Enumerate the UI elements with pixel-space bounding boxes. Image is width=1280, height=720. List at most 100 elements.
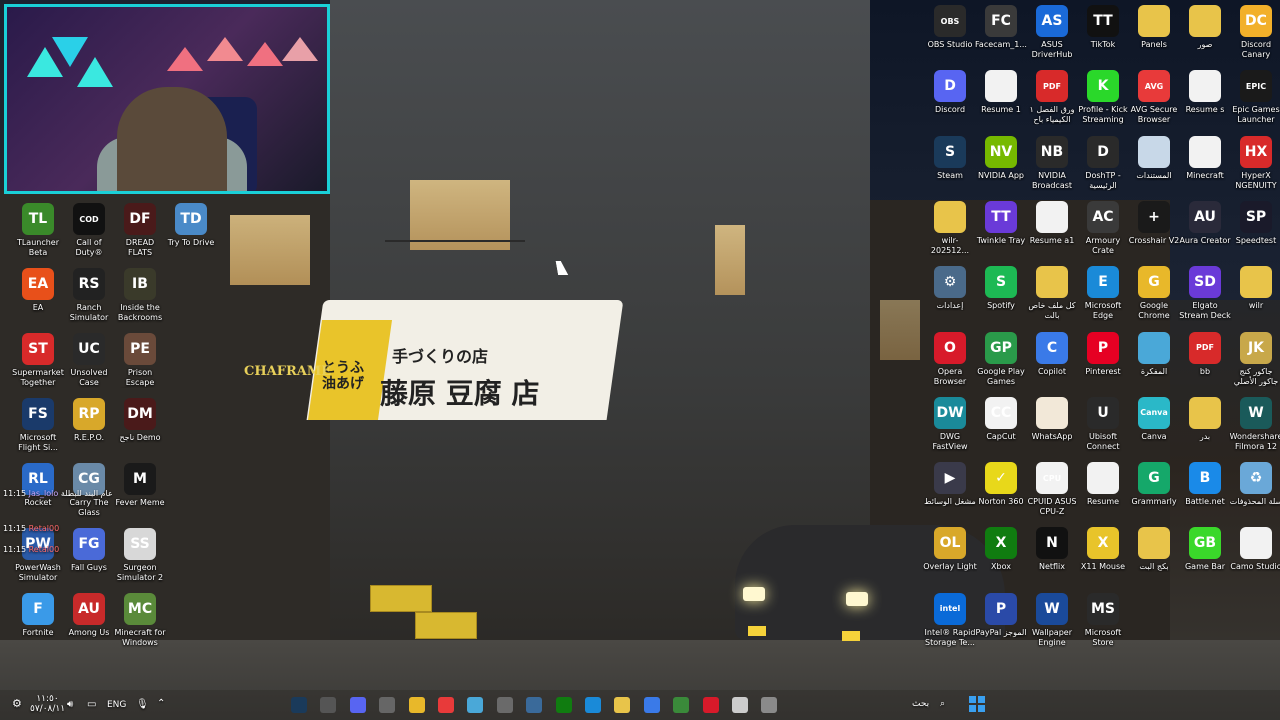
avg-task[interactable] (438, 697, 454, 713)
desktop-shortcut[interactable]: GP Google Play Games (974, 331, 1028, 387)
desktop-shortcut[interactable]: S Steam (923, 135, 977, 181)
desktop-shortcut[interactable]: TD Try To Drive (164, 203, 218, 248)
desktop-shortcut[interactable]: D DoshTP - الرئيسية (1076, 135, 1130, 191)
desktop-shortcut[interactable]: AC Armoury Crate (1076, 200, 1130, 256)
desktop-shortcut[interactable]: W Wondershare Filmora 12 (1229, 396, 1280, 452)
desktop-shortcut[interactable]: M Fever Meme (113, 463, 167, 508)
desktop-shortcut[interactable]: DW DWG FastView (923, 396, 977, 452)
desktop-shortcut[interactable]: X Xbox (974, 527, 1028, 572)
desktop-shortcut[interactable]: NB NVIDIA Broadcast (1025, 135, 1079, 191)
desktop-shortcut[interactable]: AU Among Us (62, 593, 116, 638)
desktop-shortcut[interactable]: P Pinterest (1076, 331, 1130, 377)
file-task[interactable] (732, 697, 748, 713)
desktop-shortcut[interactable]: RS Ranch Simulator (62, 268, 116, 323)
steam-task[interactable] (291, 697, 307, 713)
gear-icon[interactable]: ⚙ (12, 697, 22, 710)
desktop-shortcut[interactable]: GB Game Bar (1178, 527, 1232, 572)
desktop-shortcut[interactable]: PW PowerWash Simulator (11, 528, 65, 583)
pictures-task[interactable] (467, 697, 484, 713)
desktop-shortcut[interactable]: بكج البت (1127, 527, 1181, 572)
network-icon[interactable]: ▭ (87, 699, 96, 710)
opera-task[interactable] (702, 697, 719, 713)
desktop-shortcut[interactable]: G Google Chrome (1127, 266, 1181, 321)
microphone-icon[interactable]: 🎙︎ (136, 699, 149, 710)
desktop-shortcut[interactable]: P PayPal الموجز (974, 592, 1028, 638)
desktop-shortcut[interactable]: TT TikTok (1076, 5, 1130, 50)
desktop-shortcut[interactable]: Resume a1 (1025, 200, 1079, 246)
desktop-shortcut[interactable]: EPIC Epic Games Launcher (1229, 70, 1280, 125)
desktop-shortcut[interactable]: CC CapCut (974, 396, 1028, 442)
volume-icon[interactable]: 🔊︎ (67, 699, 73, 710)
desktop-shortcut[interactable]: S Spotify (974, 266, 1028, 311)
desktop-shortcut[interactable]: ▶ مشغل الوسائط (923, 462, 977, 507)
desktop-shortcut[interactable]: UC Unsolved Case (62, 333, 116, 388)
desktop-shortcut[interactable]: OL Overlay Light (923, 527, 977, 572)
desktop-shortcut[interactable]: E Microsoft Edge (1076, 266, 1130, 321)
explorer-task[interactable] (614, 697, 631, 713)
desktop-shortcut[interactable]: ♻ سلة المحذوفات (1229, 462, 1280, 507)
desktop-shortcut[interactable]: SS Surgeon Simulator 2 (113, 528, 167, 583)
task-view[interactable] (379, 697, 396, 713)
desktop-shortcut[interactable]: ⚙ إعدادات (923, 266, 977, 311)
desktop-shortcut[interactable]: OBS OBS Studio (923, 5, 977, 50)
desktop-shortcut[interactable]: ST Supermarket Together (11, 333, 65, 388)
desktop-shortcut[interactable]: SP Speedtest (1229, 200, 1280, 246)
desktop-shortcut[interactable]: بدر (1178, 396, 1232, 442)
desktop-shortcut[interactable]: W Wallpaper Engine (1025, 592, 1079, 648)
desktop-shortcut[interactable]: Resume s (1178, 70, 1232, 115)
desktop-shortcut[interactable]: Panels (1127, 5, 1181, 50)
desktop-shortcut[interactable]: كل ملف خاص بالت (1025, 266, 1079, 321)
desktop-shortcut[interactable]: COD Call of Duty® (62, 203, 116, 258)
desktop-shortcut[interactable]: JK جاكور كنج جاكور الأصلي (1229, 331, 1280, 387)
desktop-shortcut[interactable]: D Discord (923, 70, 977, 115)
desktop-shortcut[interactable]: WhatsApp (1025, 396, 1079, 442)
obs-task[interactable] (320, 697, 337, 713)
desktop-shortcut[interactable]: SD Elgato Stream Deck (1178, 266, 1232, 321)
desktop-shortcut[interactable]: PDF bb (1178, 331, 1232, 377)
desktop-shortcut[interactable]: AS ASUS DriverHub (1025, 5, 1079, 60)
desktop-shortcut[interactable]: صور (1178, 5, 1232, 50)
desktop-shortcut[interactable]: HX HyperX NGENUITY (1229, 135, 1280, 191)
desktop-shortcut[interactable]: FS Microsoft Flight Si... (11, 398, 65, 453)
desktop-shortcut[interactable]: FC Facecam_1... (974, 5, 1028, 50)
desktop-shortcut[interactable]: PE Prison Escape Simulator D... (113, 333, 167, 388)
desktop-shortcut[interactable]: ✓ Norton 360 (974, 462, 1028, 507)
desktop-shortcut[interactable]: DC Discord Canary (1229, 5, 1280, 60)
desktop-shortcut[interactable]: TT Twinkle Tray (974, 200, 1028, 246)
desktop-shortcut[interactable]: NV NVIDIA App (974, 135, 1028, 181)
start-button[interactable] (969, 696, 985, 712)
language-indicator[interactable]: ENG (107, 700, 126, 710)
desktop-shortcut[interactable]: U Ubisoft Connect (1076, 396, 1130, 452)
search-box[interactable]: بحث ⌕ (912, 699, 945, 709)
desktop-shortcut[interactable]: intel Intel® Rapid Storage Te... (923, 592, 977, 648)
desktop-shortcut[interactable]: Resume 1 (974, 70, 1028, 115)
desktop-shortcut[interactable]: AU Aura Creator (1178, 200, 1232, 246)
desktop-shortcut[interactable]: F Fortnite (11, 593, 65, 638)
desktop-shortcut[interactable]: O Opera Browser (923, 331, 977, 387)
desktop-shortcut[interactable]: wilr-202512... (923, 200, 977, 256)
desktop-shortcut[interactable]: RP R.E.P.O. (62, 398, 116, 443)
desktop-shortcut[interactable]: RL Rocket (11, 463, 65, 508)
copilot-task[interactable] (643, 697, 660, 713)
edge-task[interactable] (585, 697, 601, 713)
desktop-shortcut[interactable]: + Crosshair V2 (1127, 200, 1181, 246)
desktop-shortcut[interactable]: DF DREAD FLATS (113, 203, 167, 258)
desktop-shortcut[interactable]: FG Fall Guys (62, 528, 116, 573)
desktop-shortcut[interactable]: Resume (1076, 462, 1130, 507)
desktop-shortcut[interactable]: K Profile - Kick Streaming (1076, 70, 1130, 125)
desktop-shortcut[interactable]: Camo Studio (1229, 527, 1280, 572)
desktop-shortcut[interactable]: TL TLauncher Beta (11, 203, 65, 258)
desktop-shortcut[interactable]: DM ناجح Demo (113, 398, 167, 443)
clock[interactable]: ١١:٥٠ ٥٧/٠٨/١١ (30, 694, 65, 714)
desktop-shortcut[interactable]: المفكرة (1127, 331, 1181, 377)
desktop-shortcut[interactable]: المستندات (1127, 135, 1181, 181)
desktop-shortcut[interactable]: MC Minecraft for Windows (113, 593, 167, 648)
app-task[interactable] (673, 697, 690, 713)
desktop-shortcut[interactable]: EA EA (11, 268, 65, 313)
desktop-shortcut[interactable]: wilr (1229, 266, 1280, 311)
desktop-shortcut[interactable]: C Copilot (1025, 331, 1079, 377)
desktop-shortcut[interactable]: B Battle.net (1178, 462, 1232, 507)
discord-task[interactable] (349, 697, 366, 713)
xbox-task[interactable] (555, 697, 572, 713)
armoury-task[interactable] (526, 697, 543, 713)
